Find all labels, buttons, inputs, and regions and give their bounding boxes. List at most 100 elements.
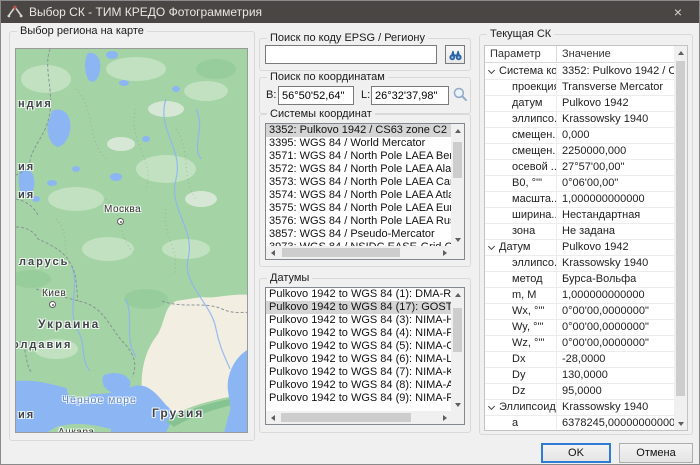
param-row[interactable]: Wx, °'"0°00'00,0000000" bbox=[485, 304, 674, 320]
epsg-search-button[interactable] bbox=[445, 45, 465, 64]
cs-list-item[interactable]: 3573: WGS 84 / North Pole LAEA Canada bbox=[266, 176, 451, 189]
cs-list-item[interactable]: 3576: WGS 84 / North Pole LAEA Russia bbox=[266, 215, 451, 228]
datum-list-item[interactable]: Pulkovo 1942 to WGS 84 (8): NIMA-Alb bbox=[266, 379, 451, 392]
magnifier-icon bbox=[452, 86, 469, 103]
scrollbar-thumb[interactable] bbox=[282, 248, 400, 257]
datum-list-label: Датумы bbox=[267, 272, 312, 285]
chevron-down-icon[interactable] bbox=[488, 67, 495, 74]
scroll-down-button[interactable] bbox=[451, 398, 464, 411]
datum-list-item[interactable]: Pulkovo 1942 to WGS 84 (5): NIMA-Cze bbox=[266, 340, 451, 353]
param-value: 27°57'00,00" bbox=[557, 160, 674, 175]
chevron-down-icon[interactable] bbox=[488, 243, 495, 250]
param-group-row[interactable]: ЭллипсоидKrassowsky 1940 bbox=[485, 400, 674, 416]
param-row[interactable]: эллипсо...Krassowsky 1940 bbox=[485, 112, 674, 128]
param-row[interactable]: Wz, °'"0°00'00,0000000" bbox=[485, 336, 674, 352]
epsg-search-label: Поиск по коду EPSG / Региону bbox=[267, 32, 428, 45]
datum-listbox[interactable]: Pulkovo 1942 to WGS 84 (1): DMA-RusPulko… bbox=[265, 287, 465, 425]
map-city-marker bbox=[49, 301, 56, 308]
latitude-input[interactable] bbox=[278, 86, 354, 105]
scroll-left-button[interactable] bbox=[266, 246, 279, 259]
scroll-left-button[interactable] bbox=[266, 411, 279, 424]
map-label: Киев bbox=[42, 288, 66, 299]
datum-list-item[interactable]: Pulkovo 1942 to WGS 84 (3): NIMA-Hun bbox=[266, 314, 451, 327]
close-icon: × bbox=[674, 4, 682, 20]
longitude-input[interactable] bbox=[371, 86, 449, 105]
param-row[interactable]: проекцияTransverse Mercator bbox=[485, 80, 674, 96]
close-button[interactable]: × bbox=[661, 1, 695, 23]
datum-list-item[interactable]: Pulkovo 1942 to WGS 84 (7): NIMA-Kaz bbox=[266, 366, 451, 379]
cs-horizontal-scrollbar[interactable] bbox=[266, 246, 451, 259]
chevron-down-icon[interactable] bbox=[488, 403, 495, 410]
column-header-parameter[interactable]: Параметр bbox=[485, 46, 557, 62]
param-name: B0, °'" bbox=[512, 177, 542, 189]
param-value: Transverse Mercator bbox=[557, 80, 674, 95]
param-row[interactable]: m, M1,000000000000 bbox=[485, 288, 674, 304]
datum-list-item[interactable]: Pulkovo 1942 to WGS 84 (4): NIMA-Pol bbox=[266, 327, 451, 340]
param-value: 0,000 bbox=[557, 128, 674, 143]
ok-button[interactable]: OK bbox=[541, 443, 611, 463]
table-header: Параметр Значение bbox=[485, 46, 674, 63]
column-header-value[interactable]: Значение bbox=[557, 46, 674, 62]
cs-list-item[interactable]: 3857: WGS 84 / Pseudo-Mercator bbox=[266, 228, 451, 241]
param-row[interactable]: осевой ...27°57'00,00" bbox=[485, 160, 674, 176]
param-row[interactable]: Dy130,0000 bbox=[485, 368, 674, 384]
param-row[interactable]: смещен...2250000,000 bbox=[485, 144, 674, 160]
scrollbar-thumb[interactable] bbox=[453, 142, 462, 178]
cs-list-item[interactable]: 3574: WGS 84 / North Pole LAEA Atlantic bbox=[266, 189, 451, 202]
current-cs-table[interactable]: Параметр Значение Система ко...3352: Pul… bbox=[484, 45, 688, 431]
scrollbar-thumb[interactable] bbox=[453, 308, 462, 352]
cancel-button[interactable]: Отмена bbox=[619, 443, 693, 463]
param-row[interactable]: a6378245,000000000000 bbox=[485, 416, 674, 430]
epsg-search-input[interactable] bbox=[265, 45, 437, 64]
current-cs-label: Текущая СК bbox=[487, 28, 554, 41]
param-row[interactable]: Wy, °'"0°00'00,0000000" bbox=[485, 320, 674, 336]
datum-list-item[interactable]: Pulkovo 1942 to WGS 84 (9): NIMA-Rom bbox=[266, 392, 451, 405]
param-row[interactable]: зонаНе задана bbox=[485, 224, 674, 240]
scroll-down-button[interactable] bbox=[674, 417, 687, 430]
datum-list-item[interactable]: Pulkovo 1942 to WGS 84 (1): DMA-Rus bbox=[266, 288, 451, 301]
cs-listbox[interactable]: 3352: Pulkovo 1942 / CS63 zone C23395: W… bbox=[265, 123, 465, 260]
param-name: m, M bbox=[512, 289, 536, 301]
table-vertical-scrollbar[interactable] bbox=[674, 46, 687, 430]
coord-search-button[interactable] bbox=[452, 86, 470, 104]
datum-horizontal-scrollbar[interactable] bbox=[266, 411, 451, 424]
param-value: Нестандартная bbox=[557, 208, 674, 223]
titlebar[interactable]: Выбор СК - ТИМ КРЕДО Фотограмметрия × bbox=[1, 1, 699, 23]
datum-list-item[interactable]: Pulkovo 1942 to WGS 84 (17): GOST-Rus bbox=[266, 301, 451, 314]
scroll-up-button[interactable] bbox=[674, 46, 687, 59]
scroll-right-button[interactable] bbox=[438, 246, 451, 259]
scroll-up-button[interactable] bbox=[451, 288, 464, 301]
scroll-up-button[interactable] bbox=[451, 124, 464, 137]
param-row[interactable]: эллипсо...Krassowsky 1940 bbox=[485, 256, 674, 272]
param-row[interactable]: B0, °'"0°06'00,00" bbox=[485, 176, 674, 192]
param-row[interactable]: датумPulkovo 1942 bbox=[485, 96, 674, 112]
cs-list-item[interactable]: 3575: WGS 84 / North Pole LAEA Europe bbox=[266, 202, 451, 215]
cs-list-item[interactable]: 3572: WGS 84 / North Pole LAEA Alaska bbox=[266, 163, 451, 176]
param-row[interactable]: масшта...1,000000000000 bbox=[485, 192, 674, 208]
scrollbar-thumb[interactable] bbox=[676, 61, 685, 396]
cs-list-item[interactable]: 3571: WGS 84 / North Pole LAEA Bering Se… bbox=[266, 150, 451, 163]
param-value: Krassowsky 1940 bbox=[557, 256, 674, 271]
datum-vertical-scrollbar[interactable] bbox=[451, 288, 464, 411]
param-row[interactable]: ширина...Нестандартная bbox=[485, 208, 674, 224]
datum-list-item[interactable]: Pulkovo 1942 to WGS 84 (6): NIMA-Lva bbox=[266, 353, 451, 366]
param-name: зона bbox=[512, 225, 535, 237]
region-map[interactable]: ндияияияларусьКиевУкраинаолдавияияЧёрное… bbox=[15, 48, 248, 433]
param-group-row[interactable]: ДатумPulkovo 1942 bbox=[485, 240, 674, 256]
scrollbar-thumb[interactable] bbox=[281, 413, 411, 422]
param-row[interactable]: методБурса-Вольфа bbox=[485, 272, 674, 288]
param-row[interactable]: Dz95,0000 bbox=[485, 384, 674, 400]
map-label: олдавия bbox=[15, 339, 72, 351]
scroll-right-button[interactable] bbox=[438, 411, 451, 424]
param-row[interactable]: смещен...0,000 bbox=[485, 128, 674, 144]
latitude-label: B: bbox=[266, 89, 276, 101]
param-value: 0°00'00,0000000" bbox=[557, 304, 674, 319]
cs-list-item[interactable]: 3395: WGS 84 / World Mercator bbox=[266, 137, 451, 150]
param-value: 2250000,000 bbox=[557, 144, 674, 159]
scroll-down-button[interactable] bbox=[451, 233, 464, 246]
map-label: Москва bbox=[104, 204, 141, 215]
param-row[interactable]: Dx-28,0000 bbox=[485, 352, 674, 368]
cs-vertical-scrollbar[interactable] bbox=[451, 124, 464, 246]
param-group-row[interactable]: Система ко...3352: Pulkovo 1942 / CS63 .… bbox=[485, 64, 674, 80]
cs-list-item[interactable]: 3352: Pulkovo 1942 / CS63 zone C2 bbox=[266, 124, 451, 137]
